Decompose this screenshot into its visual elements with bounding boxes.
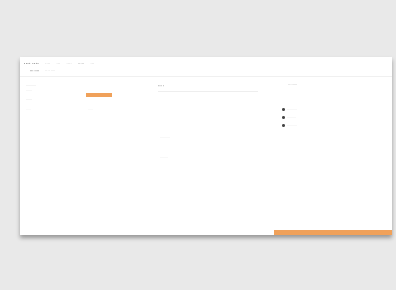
nav-item-1[interactable]: ···· [45,61,50,66]
middle-panel: ··· · ·········· ········ [158,83,268,223]
selected-tab-bar[interactable] [86,93,112,97]
left-row-5: ····· [88,107,93,111]
legend-dot-icon [282,107,285,111]
legend-item-3: ·········· [282,123,297,127]
primary-action-label [276,230,390,235]
legend-item-2: ········· [282,115,296,119]
legend-dot-icon [282,123,285,127]
header-divider [20,76,392,77]
left-row-2: ······ [26,88,32,92]
right-panel: ········ ·········· ········· ·········· [276,83,386,223]
app-logo[interactable]: ···· ···· [24,61,39,66]
legend-dot-icon [282,115,285,119]
left-row-1: ·········· [26,83,36,87]
left-panel: ·········· ······ ······ ····· ····· [26,83,136,223]
middle-row-1: ·········· [160,135,170,139]
left-row-3: ······ [26,97,32,101]
middle-row-2: ········ [160,155,168,159]
legend-item-1: ·········· [282,107,297,111]
right-panel-title: ········ [288,83,298,87]
legend-label-3: ·········· [287,123,297,127]
legend-label-1: ·········· [287,107,297,111]
nav-item-3[interactable]: ···· [66,61,71,66]
nav-item-4[interactable]: ····· [78,61,85,66]
subheader: ··· ···· ···· ···· [30,69,55,75]
legend-label-2: ········· [287,115,296,119]
nav-item-2[interactable]: ··· [56,61,60,66]
nav-item-5[interactable]: ··· [90,61,94,66]
breadcrumb[interactable]: ···· ···· [45,69,55,75]
middle-panel-title: ··· · [158,83,165,88]
top-navigation-bar: ···· ···· ···· ··· ···· ····· ··· [20,57,396,69]
middle-divider [158,91,258,92]
app-window: ···· ···· ···· ··· ···· ····· ··· ··· ··… [20,57,392,235]
page-title: ··· ···· [30,69,40,73]
left-row-4: ····· [26,107,31,111]
